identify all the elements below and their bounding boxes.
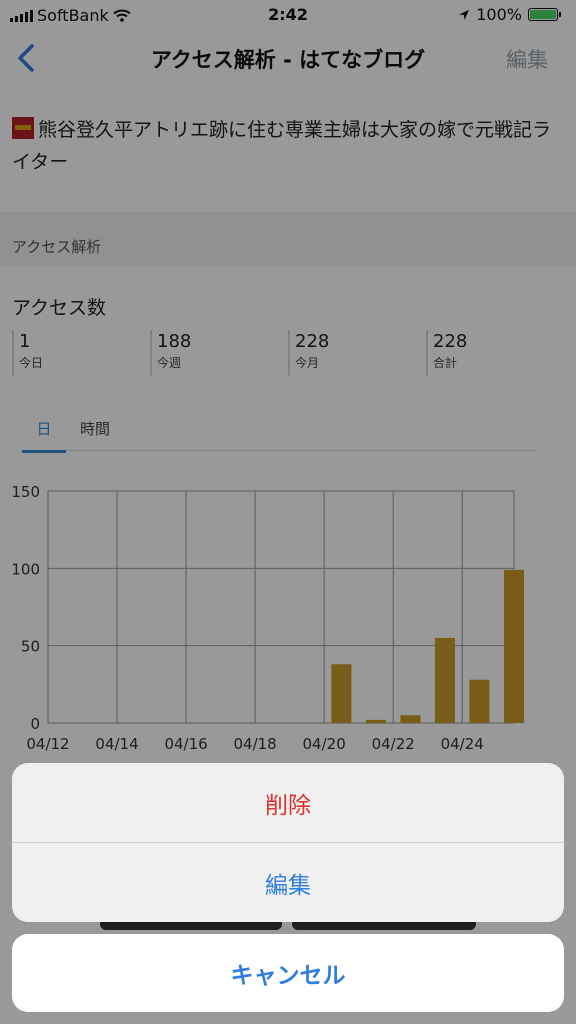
delete-button[interactable]: 削除 xyxy=(12,763,564,843)
cancel-button[interactable]: キャンセル xyxy=(12,934,564,1012)
edit-action-button[interactable]: 編集 xyxy=(12,843,564,922)
action-sheet: 削除 編集 xyxy=(12,763,564,922)
